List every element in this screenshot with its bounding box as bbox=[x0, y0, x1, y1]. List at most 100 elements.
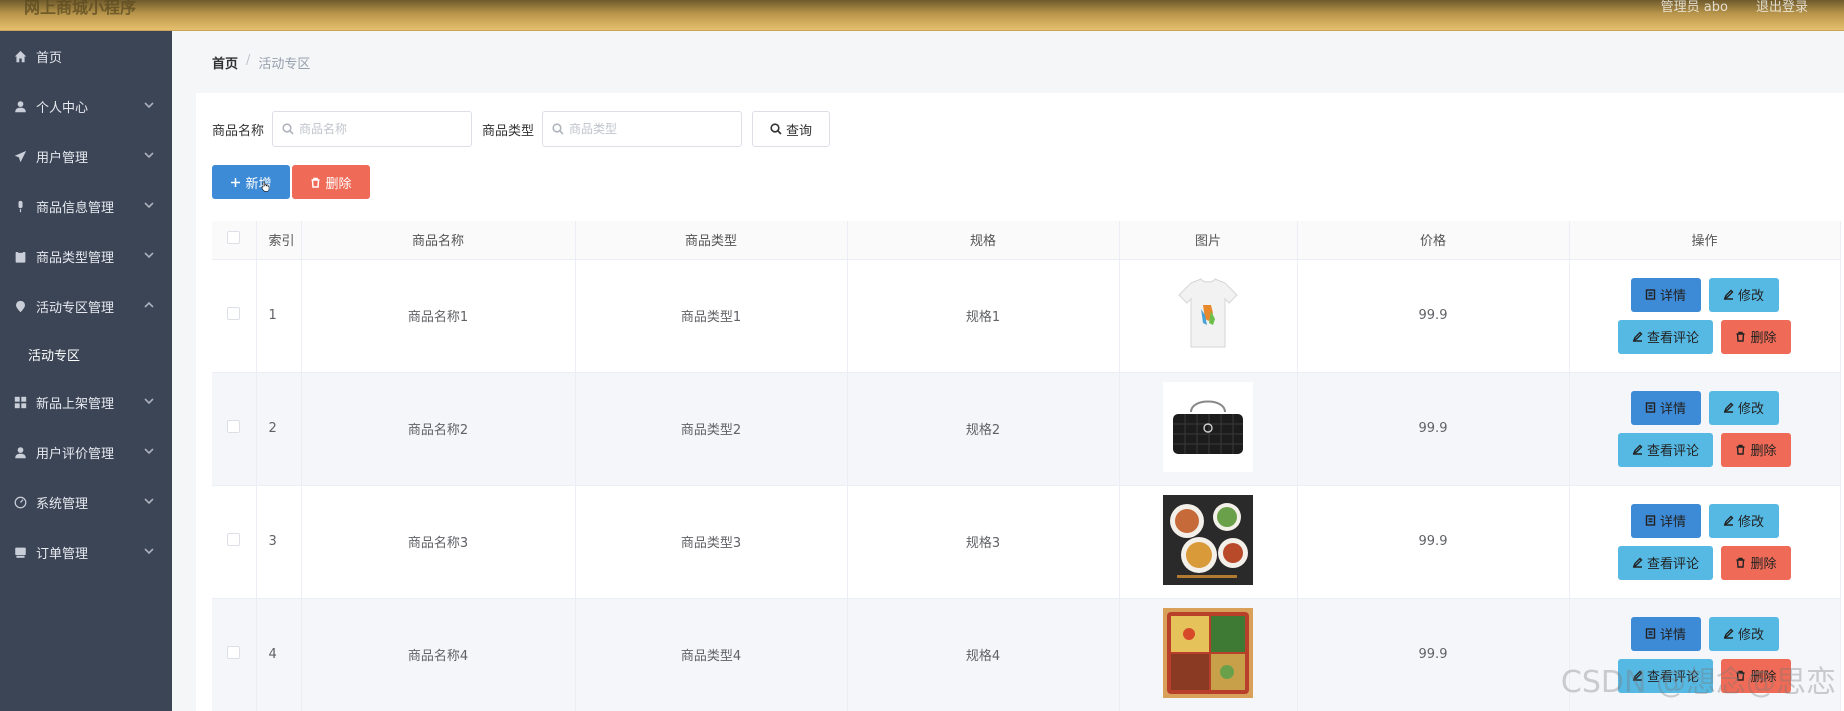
sidebar-item-label: 订单管理 bbox=[36, 546, 89, 562]
row-spec: 规格3 bbox=[847, 485, 1120, 599]
edit-button-label: 修改 bbox=[1737, 402, 1764, 417]
sidebar-item-label: 首页 bbox=[36, 50, 63, 66]
view-reviews-button-label: 查看评论 bbox=[1646, 444, 1699, 459]
top-bar: 网上商城小程序 管理员 abo 退出登录 bbox=[0, 0, 1844, 31]
row-checkbox[interactable] bbox=[227, 533, 241, 546]
row-spec: 规格2 bbox=[847, 372, 1120, 486]
delete-button[interactable]: 删除 bbox=[1721, 545, 1791, 580]
delete-button-label: 删除 bbox=[1750, 557, 1777, 572]
sidebar-item-label: 活动专区管理 bbox=[36, 300, 115, 316]
row-price: 99.9 bbox=[1297, 372, 1570, 486]
row-select-cell bbox=[212, 372, 257, 486]
plus-icon bbox=[231, 177, 241, 187]
row-name: 商品名称4 bbox=[301, 598, 576, 711]
chevron-down-icon bbox=[144, 99, 154, 109]
row-type: 商品类型4 bbox=[575, 598, 848, 711]
tshirt-thumbnail[interactable] bbox=[1163, 268, 1253, 359]
mic-icon bbox=[14, 200, 27, 213]
breadcrumb-home[interactable]: 首页 bbox=[212, 53, 238, 72]
user-icon bbox=[14, 100, 27, 113]
bulk-delete-button[interactable]: 删除 bbox=[292, 165, 370, 199]
grid-icon bbox=[14, 396, 27, 409]
column-header-type: 商品类型 bbox=[575, 221, 848, 260]
logout-link[interactable]: 退出登录 bbox=[1756, 0, 1808, 15]
delete-button-label: 删除 bbox=[1750, 331, 1777, 346]
column-header-name: 商品名称 bbox=[301, 221, 576, 260]
row-checkbox[interactable] bbox=[227, 307, 241, 320]
row-image-cell bbox=[1119, 372, 1298, 486]
query-button-label: 查询 bbox=[786, 122, 813, 138]
detail-button[interactable]: 详情 bbox=[1630, 503, 1701, 538]
edit-button[interactable]: 修改 bbox=[1708, 616, 1779, 651]
edit-button[interactable]: 修改 bbox=[1708, 503, 1779, 538]
send-icon bbox=[14, 150, 27, 163]
chevron-down-icon bbox=[144, 445, 154, 455]
sidebar-item-system[interactable]: 系统管理 bbox=[0, 477, 172, 527]
add-button[interactable]: 新增 bbox=[212, 165, 290, 199]
edit-icon bbox=[1632, 331, 1643, 342]
chevron-down-icon bbox=[144, 495, 154, 505]
search-form: 商品名称 商品类型 查询 bbox=[212, 111, 831, 147]
row-spec: 规格4 bbox=[847, 598, 1120, 711]
breadcrumb-current: 活动专区 bbox=[258, 57, 311, 72]
column-header-actions: 操作 bbox=[1569, 221, 1841, 260]
trash-icon bbox=[1736, 557, 1745, 568]
box-icon bbox=[14, 546, 27, 559]
trash-icon bbox=[1736, 444, 1745, 455]
sidebar-item-label: 系统管理 bbox=[36, 496, 89, 512]
delete-button[interactable]: 删除 bbox=[1721, 432, 1791, 467]
trash-icon bbox=[1736, 331, 1745, 342]
row-image-cell bbox=[1119, 598, 1298, 711]
view-reviews-button[interactable]: 查看评论 bbox=[1618, 432, 1713, 467]
sidebar-subitem-activity-zone[interactable]: 活动专区 bbox=[0, 331, 172, 377]
row-spec: 规格1 bbox=[847, 259, 1120, 373]
sidebar-item-home[interactable]: 首页 bbox=[0, 31, 172, 81]
gauge-icon bbox=[14, 496, 27, 509]
view-reviews-button[interactable]: 查看评论 bbox=[1618, 545, 1713, 580]
row-checkbox[interactable] bbox=[227, 420, 241, 433]
search-icon bbox=[552, 123, 564, 135]
sidebar-item-product-info[interactable]: 商品信息管理 bbox=[0, 181, 172, 231]
edit-button[interactable]: 修改 bbox=[1708, 277, 1779, 312]
row-actions: 详情 修改 查看评论 删除 bbox=[1569, 259, 1841, 373]
product-name-input[interactable] bbox=[299, 122, 460, 136]
edit-icon bbox=[1723, 402, 1734, 413]
detail-button[interactable]: 详情 bbox=[1630, 390, 1701, 425]
sidebar-item-reviews[interactable]: 用户评价管理 bbox=[0, 427, 172, 477]
sidebar-item-activity[interactable]: 活动专区管理 bbox=[0, 281, 172, 331]
row-price: 99.9 bbox=[1297, 485, 1570, 599]
edit-button[interactable]: 修改 bbox=[1708, 390, 1779, 425]
app-title: 网上商城小程序 bbox=[24, 0, 137, 17]
row-type: 商品类型3 bbox=[575, 485, 848, 599]
admin-label[interactable]: 管理员 abo bbox=[1661, 0, 1728, 15]
clipboard-icon bbox=[14, 249, 27, 263]
product-type-input[interactable] bbox=[569, 122, 730, 136]
sidebar-item-profile[interactable]: 个人中心 bbox=[0, 81, 172, 131]
sidebar-item-users[interactable]: 用户管理 bbox=[0, 131, 172, 181]
food-thumbnail[interactable] bbox=[1163, 494, 1253, 585]
select-all-checkbox[interactable] bbox=[227, 231, 241, 245]
bento-thumbnail[interactable] bbox=[1163, 607, 1253, 698]
handbag-thumbnail[interactable] bbox=[1163, 381, 1253, 472]
chevron-down-icon bbox=[144, 249, 154, 259]
delete-button-label: 删除 bbox=[1750, 444, 1777, 459]
delete-button[interactable]: 删除 bbox=[1721, 319, 1791, 354]
product-name-input-wrapper bbox=[272, 111, 473, 147]
view-reviews-button-label: 查看评论 bbox=[1646, 557, 1699, 572]
trash-icon bbox=[311, 177, 320, 188]
query-button[interactable]: 查询 bbox=[752, 111, 831, 147]
sidebar-item-new-arrivals[interactable]: 新品上架管理 bbox=[0, 377, 172, 427]
edit-button-label: 修改 bbox=[1737, 289, 1764, 304]
row-select-cell bbox=[212, 598, 257, 711]
sidebar-item-product-type[interactable]: 商品类型管理 bbox=[0, 231, 172, 281]
column-header-spec: 规格 bbox=[847, 221, 1120, 260]
detail-button[interactable]: 详情 bbox=[1630, 277, 1701, 312]
breadcrumb: 首页 / 活动专区 bbox=[212, 53, 310, 72]
view-reviews-button[interactable]: 查看评论 bbox=[1618, 319, 1713, 354]
detail-button[interactable]: 详情 bbox=[1630, 616, 1701, 651]
row-type: 商品类型2 bbox=[575, 372, 848, 486]
document-icon bbox=[1645, 628, 1656, 639]
sidebar-item-orders[interactable]: 订单管理 bbox=[0, 527, 172, 577]
row-checkbox[interactable] bbox=[227, 646, 241, 659]
user-icon bbox=[14, 446, 27, 459]
